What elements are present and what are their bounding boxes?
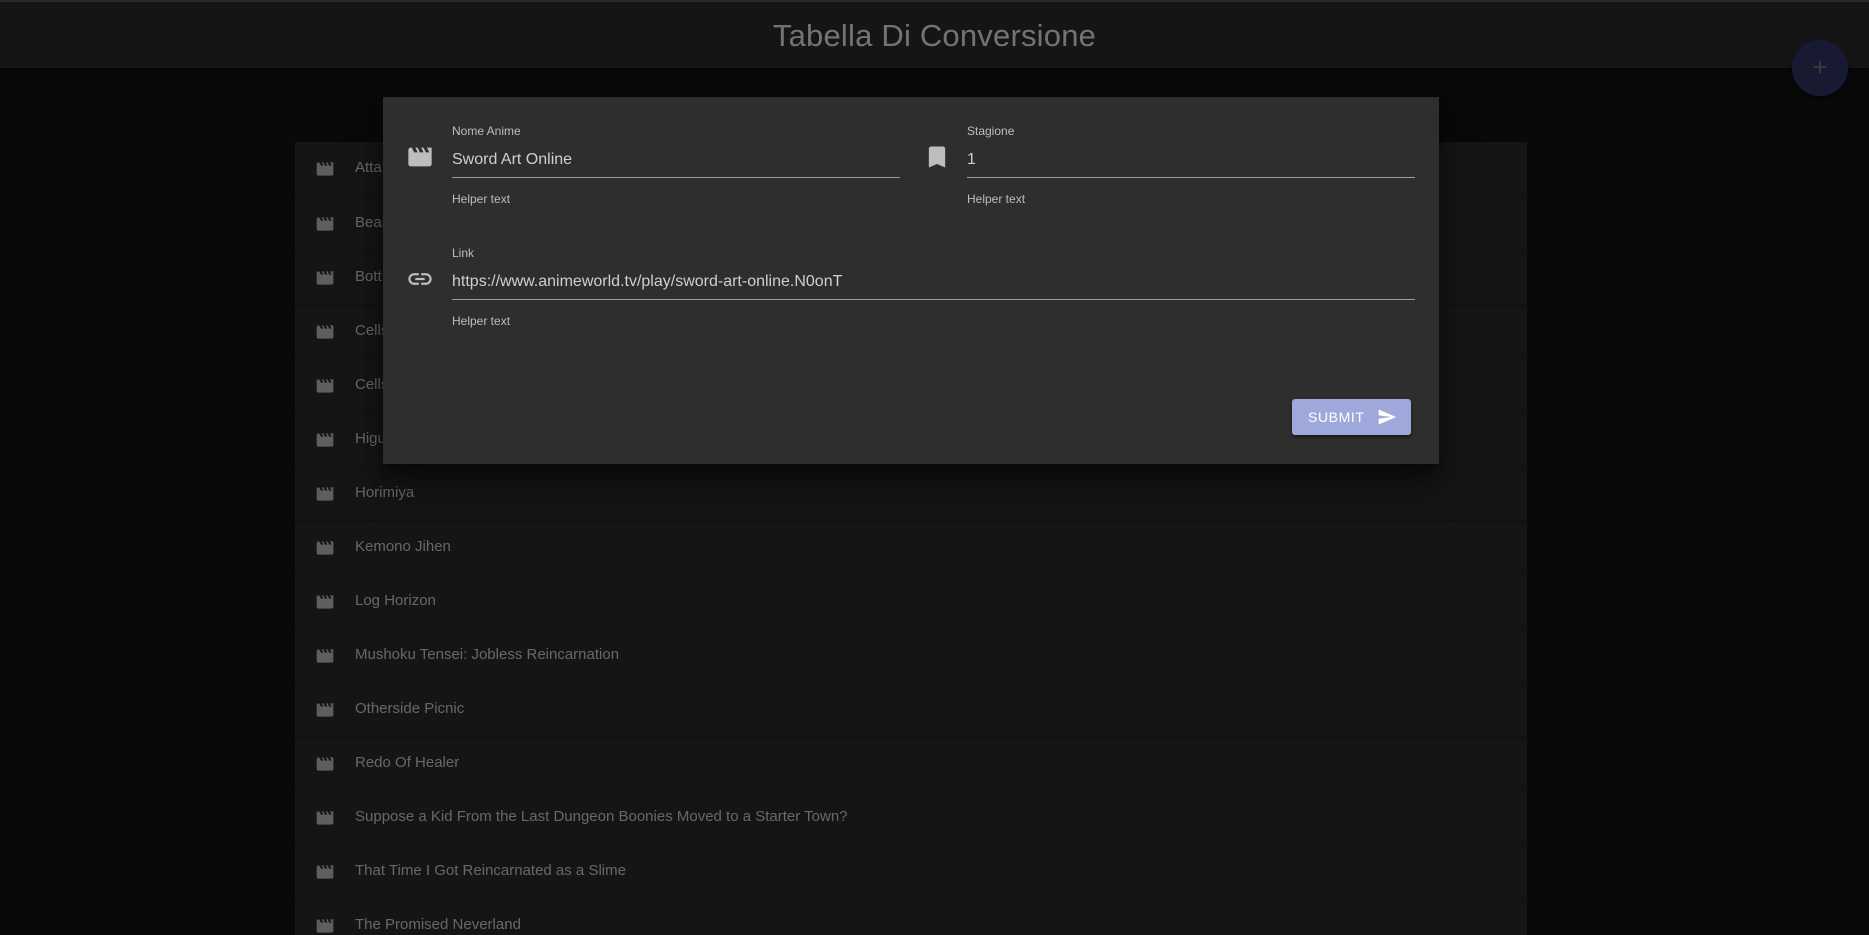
link-field-label: Link — [452, 246, 475, 260]
send-icon — [1378, 409, 1397, 425]
season-field-label: Stagione — [967, 124, 1015, 138]
link-field-helper: Helper text — [452, 314, 511, 328]
season-field-helper: Helper text — [967, 192, 1026, 206]
anime-name-input[interactable] — [452, 142, 900, 178]
page: Tabella Di Conversione AttaBeasBottCells… — [0, 0, 1869, 935]
season-input[interactable] — [967, 142, 1415, 178]
submit-button[interactable]: SUBMIT — [1292, 399, 1411, 435]
clapperboard-icon — [408, 147, 432, 167]
link-input[interactable] — [452, 264, 1415, 300]
add-button-dim — [1792, 40, 1848, 96]
add-anime-dialog: Nome Anime Helper text Stagione Helper t… — [383, 97, 1439, 464]
link-icon — [408, 273, 432, 285]
bookmark-icon — [928, 146, 946, 168]
submit-label: SUBMIT — [1308, 409, 1365, 425]
name-field-helper: Helper text — [452, 192, 511, 206]
name-field-label: Nome Anime — [452, 124, 521, 138]
